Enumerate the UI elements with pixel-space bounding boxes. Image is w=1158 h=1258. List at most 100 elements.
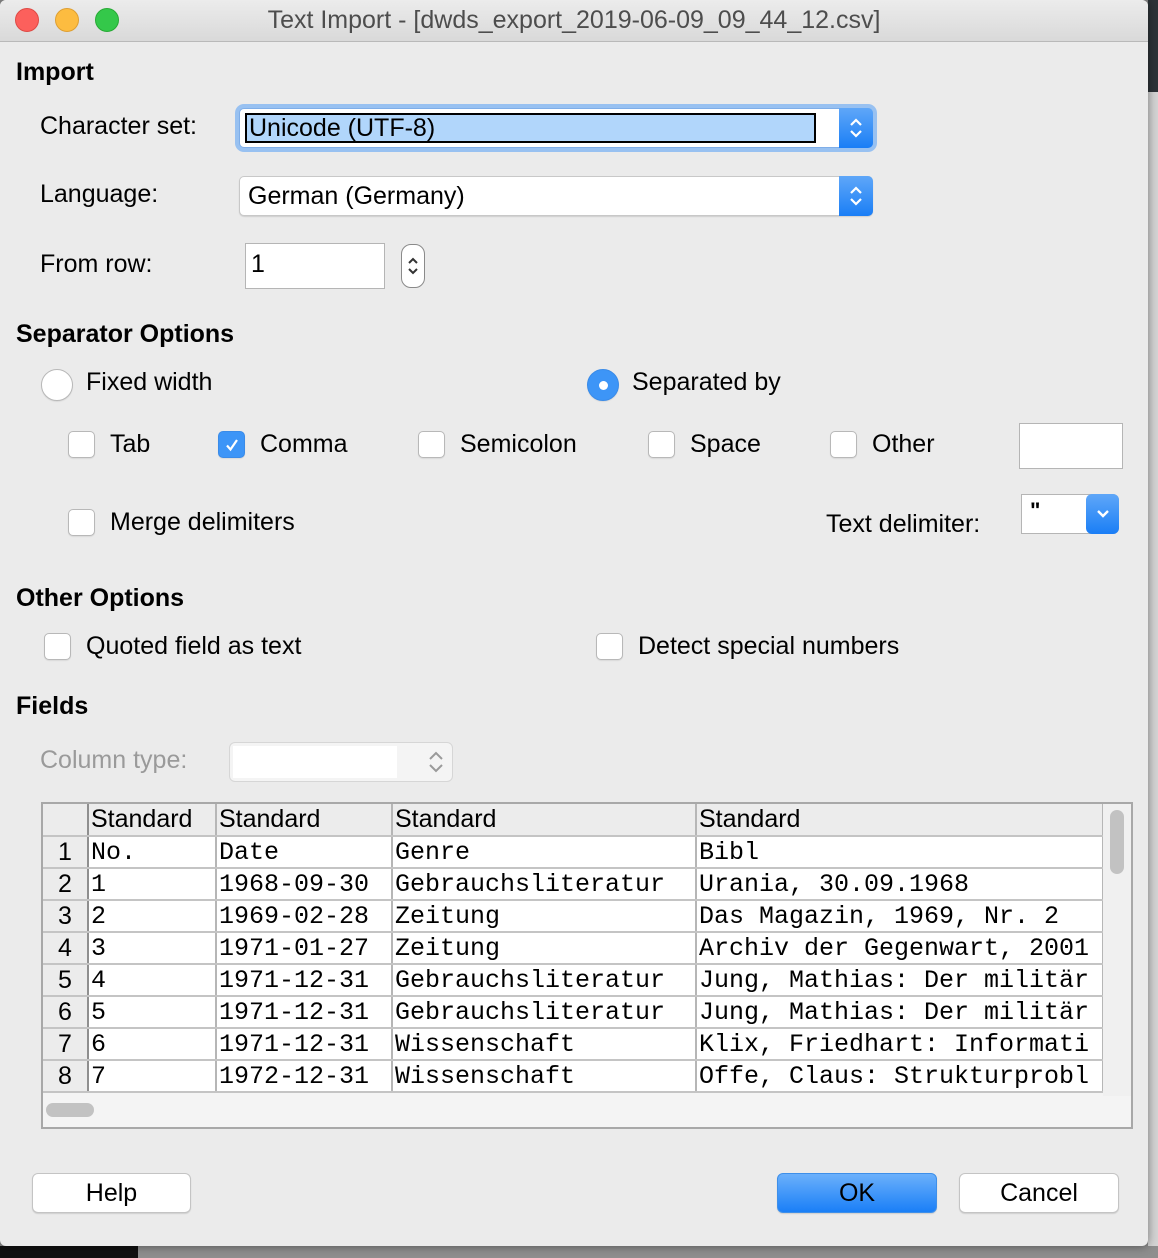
updown-chevron-icon <box>428 749 444 780</box>
table-cell: Urania, 30.09.1968 <box>696 868 1104 901</box>
merge-delimiters-label: Merge delimiters <box>110 508 295 536</box>
table-cell: Offe, Claus: Strukturprobl <box>696 1060 1104 1093</box>
row-number[interactable]: 1 <box>43 836 89 869</box>
column-type-value <box>233 746 397 778</box>
column-header[interactable]: Standard <box>696 804 1104 837</box>
merge-delimiters-checkbox[interactable] <box>68 509 95 536</box>
table-cell: 5 <box>88 996 217 1029</box>
row-number[interactable]: 5 <box>43 964 89 997</box>
table-cell: Wissenschaft <box>392 1028 697 1061</box>
space-label: Space <box>690 430 761 458</box>
preview-grid[interactable]: Standard Standard Standard Standard 1 No.… <box>41 802 1133 1129</box>
column-header[interactable]: Standard <box>392 804 697 837</box>
table-row: 7 6 1971-12-31 Wissenschaft Klix, Friedhart:… <box>43 1028 1104 1061</box>
from-row-label: From row: <box>40 250 153 278</box>
table-cell: Jung, Mathias: Der militär <box>696 996 1104 1029</box>
table-row: 8 7 1972-12-31 Wissenschaft Offe, Claus: Str… <box>43 1060 1104 1093</box>
language-value: German (Germany) <box>248 182 465 210</box>
semicolon-checkbox[interactable] <box>418 431 445 458</box>
preview-table: Standard Standard Standard Standard 1 No.… <box>43 804 1104 1093</box>
table-cell: Das Magazin, 1969, Nr. 2 <box>696 900 1104 933</box>
separated-by-radio[interactable] <box>587 369 619 401</box>
separated-by-label: Separated by <box>632 368 781 396</box>
tab-checkbox[interactable] <box>68 431 95 458</box>
table-row: 5 4 1971-12-31 Gebrauchsliteratur Jung, Math… <box>43 964 1104 997</box>
column-type-select[interactable] <box>229 742 453 782</box>
background-app-edge <box>1148 0 1158 1258</box>
ok-button[interactable]: OK <box>777 1173 937 1213</box>
table-cell: 3 <box>88 932 217 965</box>
table-cell: 1972-12-31 <box>216 1060 393 1093</box>
table-cell: 2 <box>88 900 217 933</box>
other-label: Other <box>872 430 935 458</box>
table-cell: Wissenschaft <box>392 1060 697 1093</box>
detect-special-numbers-checkbox[interactable] <box>596 633 623 660</box>
corner-cell[interactable] <box>43 804 89 837</box>
vertical-scroll-thumb[interactable] <box>1110 810 1124 874</box>
horizontal-scroll-thumb[interactable] <box>46 1103 94 1117</box>
row-number[interactable]: 8 <box>43 1060 89 1093</box>
chevron-down-icon <box>1086 494 1119 534</box>
column-header[interactable]: Standard <box>88 804 217 837</box>
text-delimiter-value: " <box>1030 498 1041 523</box>
stepper-chevrons-icon <box>408 257 418 275</box>
other-checkbox[interactable] <box>830 431 857 458</box>
column-type-label: Column type: <box>40 746 188 774</box>
tab-label: Tab <box>110 430 151 458</box>
comma-label: Comma <box>260 430 348 458</box>
table-row: 3 2 1969-02-28 Zeitung Das Magazin, 1969, Nr… <box>43 900 1104 933</box>
other-options-section-title: Other Options <box>16 584 185 612</box>
row-number[interactable]: 7 <box>43 1028 89 1061</box>
table-cell: 7 <box>88 1060 217 1093</box>
charset-label: Character set: <box>40 112 198 140</box>
comma-checkbox[interactable] <box>218 431 245 458</box>
table-cell: Zeitung <box>392 932 697 965</box>
table-row: 6 5 1971-12-31 Gebrauchsliteratur Jung, Math… <box>43 996 1104 1029</box>
window-title: Text Import - [dwds_export_2019-06-09_09… <box>267 6 881 34</box>
table-cell: Archiv der Gegenwart, 2001 <box>696 932 1104 965</box>
horizontal-scrollbar[interactable] <box>43 1095 1103 1127</box>
fields-section-title: Fields <box>16 692 89 720</box>
fixed-width-radio[interactable] <box>41 369 73 401</box>
row-number[interactable]: 3 <box>43 900 89 933</box>
table-cell: 1971-12-31 <box>216 964 393 997</box>
row-number[interactable]: 6 <box>43 996 89 1029</box>
help-button[interactable]: Help <box>32 1173 191 1213</box>
space-checkbox[interactable] <box>648 431 675 458</box>
table-cell: Gebrauchsliteratur <box>392 996 697 1029</box>
from-row-input[interactable]: 1 <box>245 243 385 289</box>
column-header[interactable]: Standard <box>216 804 393 837</box>
checkmark-icon <box>226 439 238 452</box>
row-number[interactable]: 4 <box>43 932 89 965</box>
table-cell: 1971-12-31 <box>216 996 393 1029</box>
cancel-button[interactable]: Cancel <box>959 1173 1119 1213</box>
vertical-scrollbar[interactable] <box>1103 804 1131 1096</box>
semicolon-label: Semicolon <box>460 430 577 458</box>
table-cell: Bibl <box>696 836 1104 869</box>
row-number[interactable]: 2 <box>43 868 89 901</box>
table-cell: Zeitung <box>392 900 697 933</box>
table-row: 2 1 1968-09-30 Gebrauchsliteratur Urania, 30… <box>43 868 1104 901</box>
table-cell: 6 <box>88 1028 217 1061</box>
detect-special-numbers-label: Detect special numbers <box>638 632 900 660</box>
text-import-dialog: Text Import - [dwds_export_2019-06-09_09… <box>0 0 1148 1246</box>
table-cell: No. <box>88 836 217 869</box>
charset-value: Unicode (UTF-8) <box>245 113 816 143</box>
language-select[interactable]: German (Germany) <box>239 176 873 216</box>
table-cell: 1971-01-27 <box>216 932 393 965</box>
table-cell: Jung, Mathias: Der militär <box>696 964 1104 997</box>
quoted-field-checkbox[interactable] <box>44 633 71 660</box>
from-row-stepper[interactable] <box>401 244 425 288</box>
table-row: 1 No. Date Genre Bibl <box>43 836 1104 869</box>
text-delimiter-label: Text delimiter: <box>826 510 981 538</box>
table-cell: Klix, Friedhart: Informati <box>696 1028 1104 1061</box>
table-cell: Date <box>216 836 393 869</box>
other-separator-input[interactable] <box>1019 423 1123 469</box>
title-bar: Text Import - [dwds_export_2019-06-09_09… <box>0 0 1148 42</box>
table-cell: 1969-02-28 <box>216 900 393 933</box>
table-row: 4 3 1971-01-27 Zeitung Archiv der Gegenwart,… <box>43 932 1104 965</box>
table-cell: Gebrauchsliteratur <box>392 964 697 997</box>
quoted-field-label: Quoted field as text <box>86 632 302 660</box>
text-delimiter-select[interactable]: " <box>1021 494 1119 534</box>
charset-select[interactable]: Unicode (UTF-8) <box>239 108 873 148</box>
